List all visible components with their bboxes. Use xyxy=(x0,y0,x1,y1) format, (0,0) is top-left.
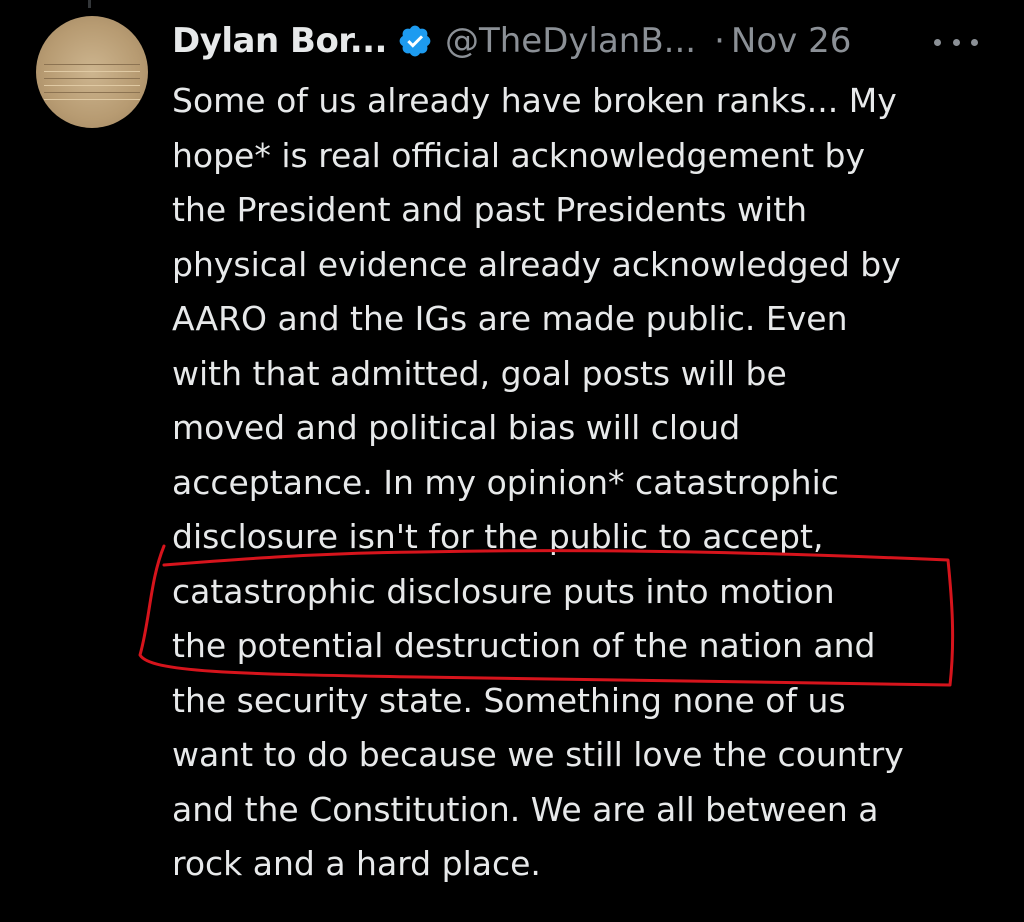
more-dot xyxy=(934,38,941,46)
verified-badge-icon[interactable] xyxy=(397,23,433,59)
tweet-body-line: with that admitted, goal posts will be xyxy=(172,353,787,393)
avatar[interactable] xyxy=(36,16,148,128)
tweet-body-line: moved and political bias will cloud xyxy=(172,408,741,447)
tweet-body-line: AARO and the IGs are made public. Even xyxy=(172,299,848,338)
tweet-body-line: disclosure isn't for the public to accep… xyxy=(172,517,824,556)
tweet-date[interactable]: Nov 26 xyxy=(731,21,851,61)
tweet-body-line: Some of us already have broken ranks... … xyxy=(172,81,897,120)
tweet-body-line: the President and past Presidents with xyxy=(172,190,808,229)
author-name[interactable]: Dylan Bor... xyxy=(172,21,387,61)
tweet-header: Dylan Bor... @TheDylanB... · Nov 26 xyxy=(172,16,851,66)
avatar-plaque-line xyxy=(44,78,140,86)
tweet-body: Some of us already have broken ranks... … xyxy=(172,74,1002,892)
header-separator: · xyxy=(714,21,725,61)
tweet-card[interactable]: Dylan Bor... @TheDylanB... · Nov 26 Some… xyxy=(0,0,1024,922)
tweet-body-line: the potential destruction of the nation … xyxy=(172,626,876,665)
tweet-body-line: and the Constitution. We are all between… xyxy=(172,789,879,829)
tweet-body-line: hope* is real official acknowledgement b… xyxy=(172,135,866,175)
avatar-plaque-line xyxy=(44,92,140,100)
tweet-body-line: rock and a hard place. xyxy=(172,844,541,883)
tweet-body-line: physical evidence already acknowledged b… xyxy=(172,244,901,284)
tweet-body-line: want to do because we still love the cou… xyxy=(172,735,904,774)
avatar-plaque-line xyxy=(44,64,140,72)
more-dot xyxy=(952,38,960,46)
more-options-icon[interactable] xyxy=(930,22,982,62)
tweet-body-line: catastrophic disclosure puts into motion xyxy=(172,571,835,611)
tweet-body-line: the security state. Something none of us xyxy=(172,680,846,720)
author-handle[interactable]: @TheDylanB... xyxy=(445,21,696,61)
tweet-body-line: acceptance. In my opinion* catastrophic xyxy=(172,462,839,502)
more-dot xyxy=(971,38,978,46)
thread-connector-line xyxy=(88,0,91,8)
